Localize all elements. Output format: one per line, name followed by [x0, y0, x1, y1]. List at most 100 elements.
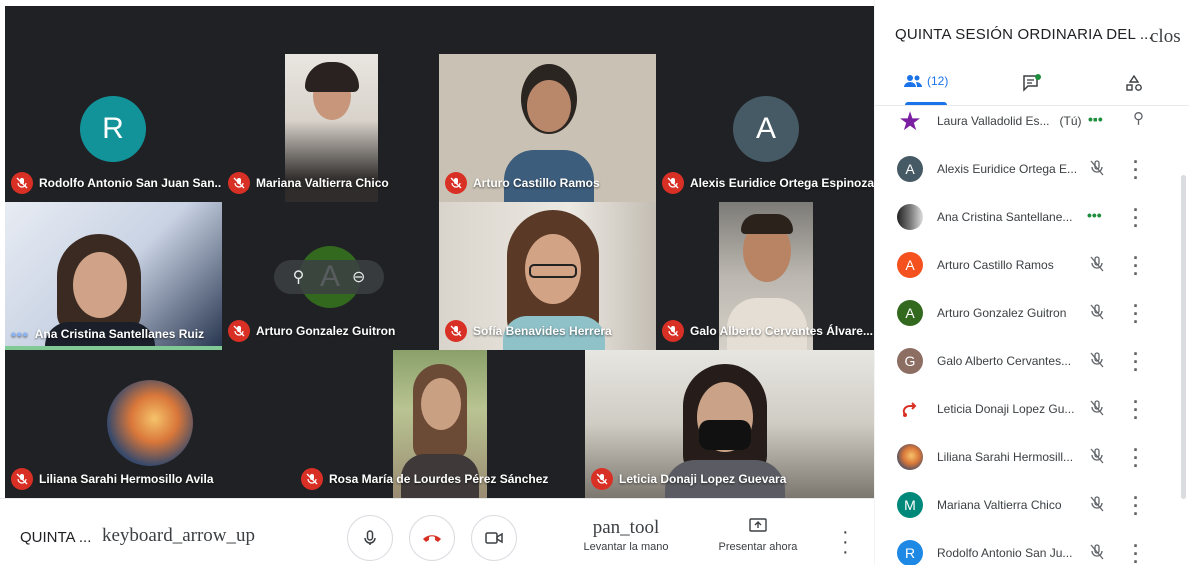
list-item[interactable]: M Mariana Valtierra Chico · · ·: [875, 482, 1175, 530]
participant-name: Liliana Sarahi Hermosill...: [937, 450, 1074, 464]
chat-icon: [1023, 74, 1041, 92]
mic-off-icon: [1090, 544, 1104, 560]
list-item[interactable]: R Rodolfo Antonio San Ju... · · ·: [875, 530, 1175, 565]
participant-tile[interactable]: Rosa María de Lourdes Pérez Sánchez: [295, 350, 585, 498]
avatar: M: [897, 492, 923, 518]
close-icon[interactable]: clos: [1150, 26, 1181, 48]
participant-tile[interactable]: Galo Alberto Cervantes Álvare...: [656, 202, 874, 350]
mic-off-icon: [301, 468, 323, 490]
speaking-indicator-icon: •••: [1087, 207, 1102, 223]
you-label: (Tú): [1059, 114, 1082, 128]
avatar: [897, 444, 923, 470]
meeting-title[interactable]: QUINTA ...: [20, 529, 91, 546]
avatar: A: [897, 252, 923, 278]
participant-tile[interactable]: Leticia Donaji Lopez Guevara: [585, 350, 874, 498]
participant-tile[interactable]: Mariana Valtierra Chico: [222, 54, 439, 202]
more-vert-icon[interactable]: · · ·: [1133, 345, 1139, 379]
participant-tile[interactable]: A Alexis Euridice Ortega Espinoza: [656, 54, 874, 202]
panel-scrollbar[interactable]: [1181, 175, 1186, 499]
active-tab-indicator: [905, 102, 947, 105]
end-call-icon: [423, 535, 441, 542]
mic-off-icon: [445, 172, 467, 194]
camera-button[interactable]: [471, 515, 517, 561]
participant-name: Mariana Valtierra Chico: [937, 498, 1062, 512]
list-item[interactable]: ★ Laura Valladolid Es... (Tú) •▪• ⚲: [875, 106, 1175, 146]
participant-name: Alexis Euridice Ortega E...: [937, 162, 1078, 176]
participant-name: Mariana Valtierra Chico: [256, 176, 389, 190]
avatar-initial: R: [102, 112, 124, 145]
avatar: A: [733, 96, 799, 162]
pan-tool-icon: pan_tool: [592, 517, 660, 538]
more-vert-icon[interactable]: · · ·: [1133, 297, 1139, 331]
raise-hand-label: Levantar la mano: [583, 541, 669, 553]
more-vert-icon[interactable]: · · ·: [1133, 249, 1139, 283]
tile-nameplate: Alexis Euridice Ortega Espinoza: [662, 172, 874, 194]
more-vert-icon[interactable]: · · ·: [1133, 201, 1139, 235]
list-item[interactable]: A Arturo Gonzalez Guitron · · ·: [875, 290, 1175, 338]
video-grid: R Rodolfo Antonio San Juan San... Marian…: [5, 6, 874, 498]
pin-icon[interactable]: ⚲: [1133, 110, 1144, 128]
pin-icon[interactable]: ⚲: [293, 267, 305, 287]
participant-name: Rosa María de Lourdes Pérez Sánchez: [329, 472, 549, 486]
more-vert-icon[interactable]: · · ·: [1133, 393, 1139, 427]
present-now-button[interactable]: Presentar ahora: [710, 517, 806, 553]
activities-icon: [1126, 74, 1142, 91]
avatar-initial: G: [904, 353, 916, 369]
mic-off-icon: [662, 320, 684, 342]
avatar: A: [897, 300, 923, 326]
tile-nameplate: ••• Ana Cristina Santellanes Ruiz: [11, 326, 204, 342]
leave-call-button[interactable]: [409, 515, 455, 561]
tile-nameplate: Rosa María de Lourdes Pérez Sánchez: [301, 468, 548, 490]
avatar-initial: A: [755, 112, 776, 145]
mic-off-icon: [1090, 304, 1104, 320]
avatar-initial: R: [904, 545, 916, 561]
name-text: Laura Valladolid Es...: [937, 114, 1050, 128]
participant-name: Arturo Castillo Ramos: [473, 176, 600, 190]
tile-nameplate: Arturo Castillo Ramos: [445, 172, 600, 194]
list-item[interactable]: Leticia Donaji Lopez Gu... · · ·: [875, 386, 1175, 434]
list-item[interactable]: A Alexis Euridice Ortega E... · · ·: [875, 146, 1175, 194]
participant-tile[interactable]: ••• Ana Cristina Santellanes Ruiz: [5, 202, 222, 350]
keyboard-arrow-up-icon[interactable]: keyboard_arrow_up: [102, 525, 255, 547]
mic-off-icon: [1090, 496, 1104, 512]
participant-name: Arturo Gonzalez Guitron: [256, 324, 396, 338]
video-top-bar: [5, 6, 874, 54]
tile-nameplate: Sofía Benavides Herrera: [445, 320, 612, 342]
star-icon: ★: [898, 108, 922, 134]
participant-name: Alexis Euridice Ortega Espinoza: [690, 176, 874, 190]
remove-icon[interactable]: ⊖: [352, 267, 365, 287]
participant-name: Galo Alberto Cervantes...: [937, 354, 1072, 368]
participant-tile[interactable]: Arturo Castillo Ramos: [439, 54, 656, 202]
present-now-label: Presentar ahora: [718, 541, 798, 553]
list-item[interactable]: Liliana Sarahi Hermosill... · · ·: [875, 434, 1175, 482]
participant-tile[interactable]: R Rodolfo Antonio San Juan San...: [5, 54, 222, 202]
participants-panel: QUINTA SESIÓN ORDINARIA DEL ... clos (12…: [874, 0, 1189, 565]
participant-name: Leticia Donaji Lopez Guevara: [619, 472, 787, 486]
microphone-button[interactable]: [347, 515, 393, 561]
avatar: G: [897, 348, 923, 374]
raise-hand-button[interactable]: pan_tool Levantar la mano: [580, 517, 672, 553]
participant-tile[interactable]: A ⚲ · ⊖ Arturo Gonzalez Guitron: [222, 202, 439, 350]
more-options-icon[interactable]: · · ·: [842, 522, 849, 562]
mic-off-icon: [1090, 448, 1104, 464]
tab-chat[interactable]: [1022, 74, 1042, 92]
people-count: (12): [927, 74, 949, 88]
speaking-indicator-icon: •••: [11, 326, 29, 342]
tile-nameplate: Liliana Sarahi Hermosillo Avila: [11, 468, 214, 490]
participant-name: Ana Cristina Santellane...: [937, 210, 1073, 224]
more-vert-icon[interactable]: · · ·: [1133, 537, 1139, 565]
mic-off-icon: [1090, 160, 1104, 176]
phone-arrow-icon: [902, 402, 917, 417]
participant-tile[interactable]: Sofía Benavides Herrera: [439, 202, 656, 350]
more-vert-icon[interactable]: · · ·: [1133, 153, 1139, 187]
people-icon: [904, 75, 922, 87]
list-item[interactable]: G Galo Alberto Cervantes... · · ·: [875, 338, 1175, 386]
participant-tile[interactable]: Liliana Sarahi Hermosillo Avila: [5, 350, 295, 498]
more-vert-icon[interactable]: · · ·: [1133, 489, 1139, 523]
more-vert-icon[interactable]: · · ·: [1133, 441, 1139, 475]
tile-nameplate: Rodolfo Antonio San Juan San...: [11, 172, 222, 194]
tab-people[interactable]: (12): [903, 74, 948, 88]
list-item[interactable]: A Arturo Castillo Ramos · · ·: [875, 242, 1175, 290]
list-item[interactable]: Ana Cristina Santellane... ••• · · ·: [875, 194, 1175, 242]
tab-activities[interactable]: [1125, 74, 1143, 92]
